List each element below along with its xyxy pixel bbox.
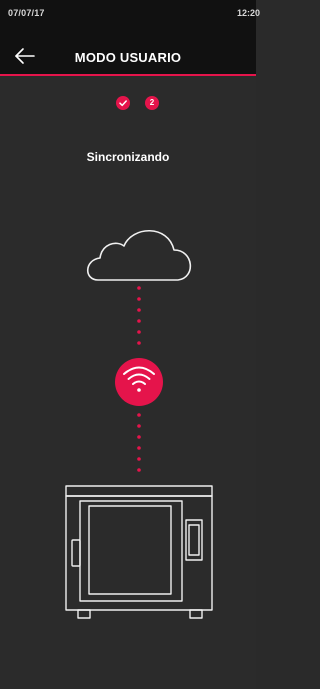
step-2-current: 2: [145, 96, 159, 110]
app-bar: MODO USUARIO: [0, 38, 256, 76]
oven-icon: [65, 485, 213, 619]
sync-status-text: Sincronizando: [86, 150, 170, 164]
step-indicator: 2: [0, 96, 256, 112]
status-bar: 07/07/17 12:20: [0, 0, 260, 38]
status-date: 07/07/17: [8, 8, 45, 18]
cloud-icon: [86, 229, 192, 281]
status-time: 12:20: [236, 8, 260, 18]
wifi-icon: [115, 358, 163, 406]
sync-illustration: [65, 229, 213, 619]
connector-dots-top: [137, 286, 141, 345]
step-1-done: [116, 96, 130, 110]
check-icon: [119, 100, 127, 107]
connector-dots-bottom: [137, 413, 141, 472]
page-title: MODO USUARIO: [74, 50, 182, 65]
